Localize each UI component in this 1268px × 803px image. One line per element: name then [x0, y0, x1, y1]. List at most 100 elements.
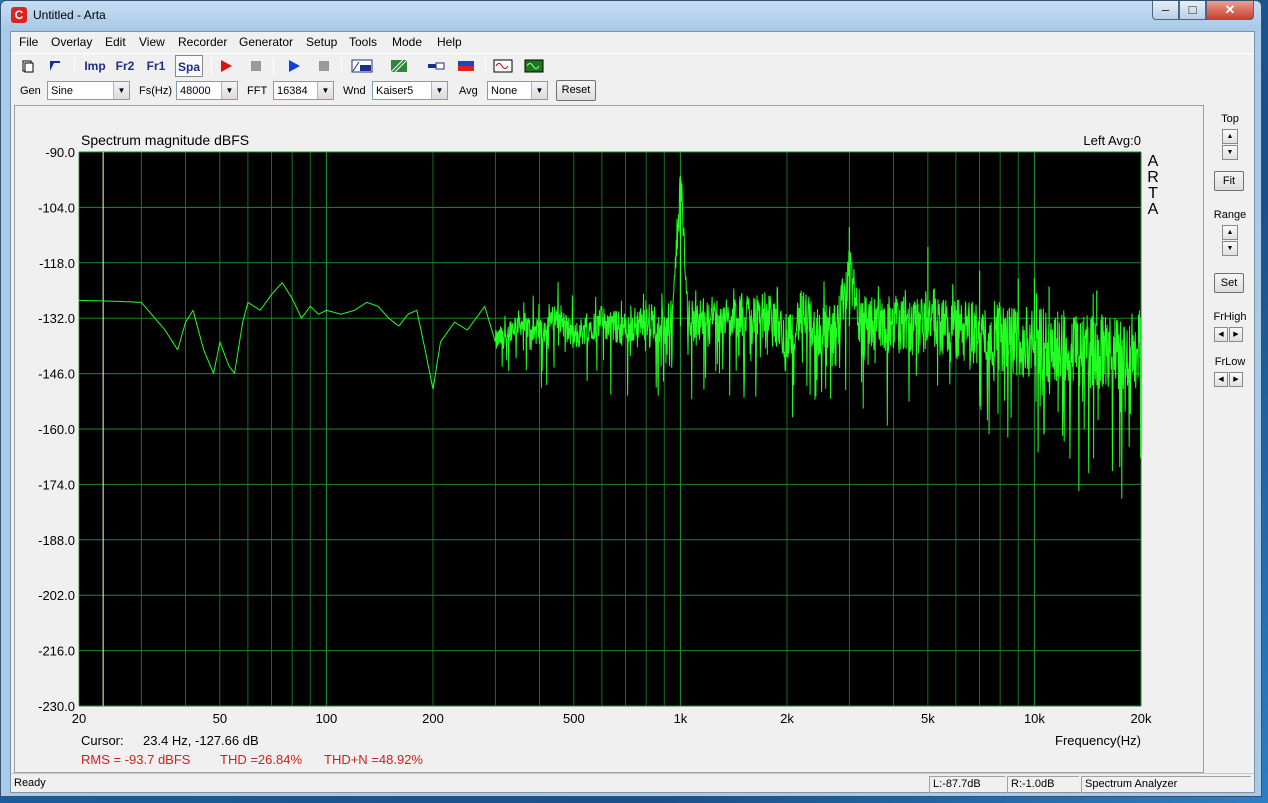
menu-recorder[interactable]: Recorder	[178, 35, 227, 49]
reset-button[interactable]: Reset	[556, 80, 596, 101]
menu-tools[interactable]: Tools	[349, 35, 377, 49]
menu-setup[interactable]: Setup	[306, 35, 337, 49]
rms-readout: RMS = -93.7 dBFS	[81, 752, 191, 767]
spectrum-chart[interactable]: -90.0 -104.0 -118.0 -132.0 -146.0 -160.0 -174.…	[15, 106, 1203, 772]
gen-select-value: Sine	[51, 85, 74, 97]
y-tick-label: -202.0	[38, 588, 75, 603]
range-up-arrow-icon[interactable]: ▲	[1222, 225, 1238, 240]
fs-label: Fs(Hz)	[139, 85, 172, 97]
generator-icon[interactable]	[491, 55, 515, 77]
stop-record-icon[interactable]	[244, 55, 268, 77]
status-ready: Ready	[14, 777, 46, 789]
app-window: C Untitled - Arta – □ ✕ File Overlay Edi…	[0, 0, 1262, 797]
cursor-label: Cursor:	[81, 733, 124, 748]
toolbar-separator	[341, 57, 342, 75]
channel-info: Left Avg:0	[1083, 133, 1141, 148]
minimize-button[interactable]: –	[1152, 1, 1179, 20]
spectrum-plot-panel: -90.0 -104.0 -118.0 -132.0 -146.0 -160.0 -174.…	[14, 105, 1204, 773]
thdn-readout: THD+N =48.92%	[324, 752, 423, 767]
x-tick-label: 1k	[674, 711, 688, 726]
frhigh-right-arrow-icon[interactable]: ▶	[1229, 327, 1243, 342]
gen-select[interactable]: Sine ▼	[47, 81, 130, 100]
toolbar-separator	[211, 57, 212, 75]
top-up-arrow-icon[interactable]: ▲	[1222, 129, 1238, 144]
chevron-down-icon[interactable]: ▼	[531, 82, 547, 99]
fft-label: FFT	[247, 85, 268, 97]
meter-icon[interactable]	[454, 55, 478, 77]
play-icon[interactable]	[282, 55, 306, 77]
fs-select-value: 48000	[180, 85, 211, 97]
arta-letter: T	[1148, 185, 1158, 202]
chevron-down-icon[interactable]: ▼	[113, 82, 129, 99]
fs-select[interactable]: 48000 ▼	[176, 81, 238, 100]
frlow-label: FrLow	[1214, 356, 1246, 368]
chevron-down-icon[interactable]: ▼	[221, 82, 237, 99]
y-tick-label: -90.0	[45, 145, 75, 160]
spa-mode-button[interactable]: Spa	[175, 55, 203, 77]
frhigh-left-arrow-icon[interactable]: ◀	[1214, 327, 1228, 342]
new-icon[interactable]	[16, 55, 40, 77]
record-icon[interactable]	[214, 55, 238, 77]
x-tick-label: 200	[422, 711, 444, 726]
status-bar: Ready L:-87.7dB R:-1.0dB Spectrum Analyz…	[11, 773, 1254, 793]
window-title: Untitled - Arta	[33, 8, 106, 22]
frlow-left-arrow-icon[interactable]: ◀	[1214, 372, 1228, 387]
set-button[interactable]: Set	[1214, 273, 1244, 293]
menu-overlay[interactable]: Overlay	[51, 35, 92, 49]
y-tick-label: -230.0	[38, 699, 75, 714]
x-axis-label: Frequency(Hz)	[1055, 733, 1141, 748]
y-tick-label: -118.0	[39, 256, 75, 271]
menu-edit[interactable]: Edit	[105, 35, 126, 49]
y-tick-label: -216.0	[38, 644, 75, 659]
fft-select[interactable]: 16384 ▼	[273, 81, 334, 100]
fit-button[interactable]: Fit	[1214, 171, 1244, 191]
menu-view[interactable]: View	[139, 35, 165, 49]
fr1-mode-button[interactable]: Fr1	[144, 55, 168, 77]
title-bar[interactable]: C Untitled - Arta – □ ✕	[1, 1, 1261, 31]
gen-label: Gen	[20, 85, 41, 97]
range-down-arrow-icon[interactable]: ▼	[1222, 241, 1238, 256]
menu-file[interactable]: File	[19, 35, 38, 49]
close-button[interactable]: ✕	[1206, 1, 1254, 20]
x-tick-label: 20k	[1131, 711, 1152, 726]
menu-generator[interactable]: Generator	[239, 35, 293, 49]
scope-icon[interactable]	[522, 55, 546, 77]
wnd-label: Wnd	[343, 85, 366, 97]
toolbar-separator	[273, 57, 274, 75]
imp-mode-button[interactable]: Imp	[83, 55, 107, 77]
menu-bar: File Overlay Edit View Recorder Generato…	[11, 32, 1254, 52]
arta-letter: R	[1147, 169, 1159, 186]
x-tick-label: 100	[316, 711, 338, 726]
menu-help[interactable]: Help	[437, 35, 462, 49]
client-area: File Overlay Edit View Recorder Generato…	[10, 31, 1255, 793]
status-left-level: L:-87.7dB	[929, 776, 1005, 793]
pattern-icon[interactable]	[387, 55, 411, 77]
stop-play-icon[interactable]	[312, 55, 336, 77]
avg-select[interactable]: None ▼	[487, 81, 548, 100]
x-tick-label: 500	[563, 711, 585, 726]
fr2-mode-button[interactable]: Fr2	[113, 55, 137, 77]
maximize-button[interactable]: □	[1179, 1, 1206, 20]
arta-vertical-label: ARTA	[1147, 153, 1159, 218]
toolbar-separator	[485, 57, 486, 75]
abc-icon[interactable]	[349, 55, 375, 77]
frlow-right-arrow-icon[interactable]: ▶	[1229, 372, 1243, 387]
status-mode: Spectrum Analyzer	[1081, 776, 1251, 793]
status-right-level: R:-1.0dB	[1007, 776, 1079, 793]
open-icon[interactable]	[43, 55, 67, 77]
arta-letter: A	[1148, 153, 1159, 170]
wnd-select[interactable]: Kaiser5 ▼	[372, 81, 448, 100]
chevron-down-icon[interactable]: ▼	[317, 82, 333, 99]
y-tick-label: -132.0	[38, 311, 75, 326]
avg-label: Avg	[459, 85, 478, 97]
top-down-arrow-icon[interactable]: ▼	[1222, 145, 1238, 160]
x-tick-label: 5k	[921, 711, 935, 726]
arta-app-icon[interactable]: C	[11, 7, 27, 23]
chevron-down-icon[interactable]: ▼	[431, 82, 447, 99]
probe-icon[interactable]	[424, 55, 448, 77]
controls-row: Gen Sine ▼ Fs(Hz) 48000 ▼ FFT 16384 ▼ Wn…	[11, 79, 1254, 103]
frhigh-label: FrHigh	[1213, 311, 1247, 323]
toolbar-separator	[74, 57, 75, 75]
menu-mode[interactable]: Mode	[392, 35, 422, 49]
chart-title: Spectrum magnitude dBFS	[81, 132, 249, 148]
